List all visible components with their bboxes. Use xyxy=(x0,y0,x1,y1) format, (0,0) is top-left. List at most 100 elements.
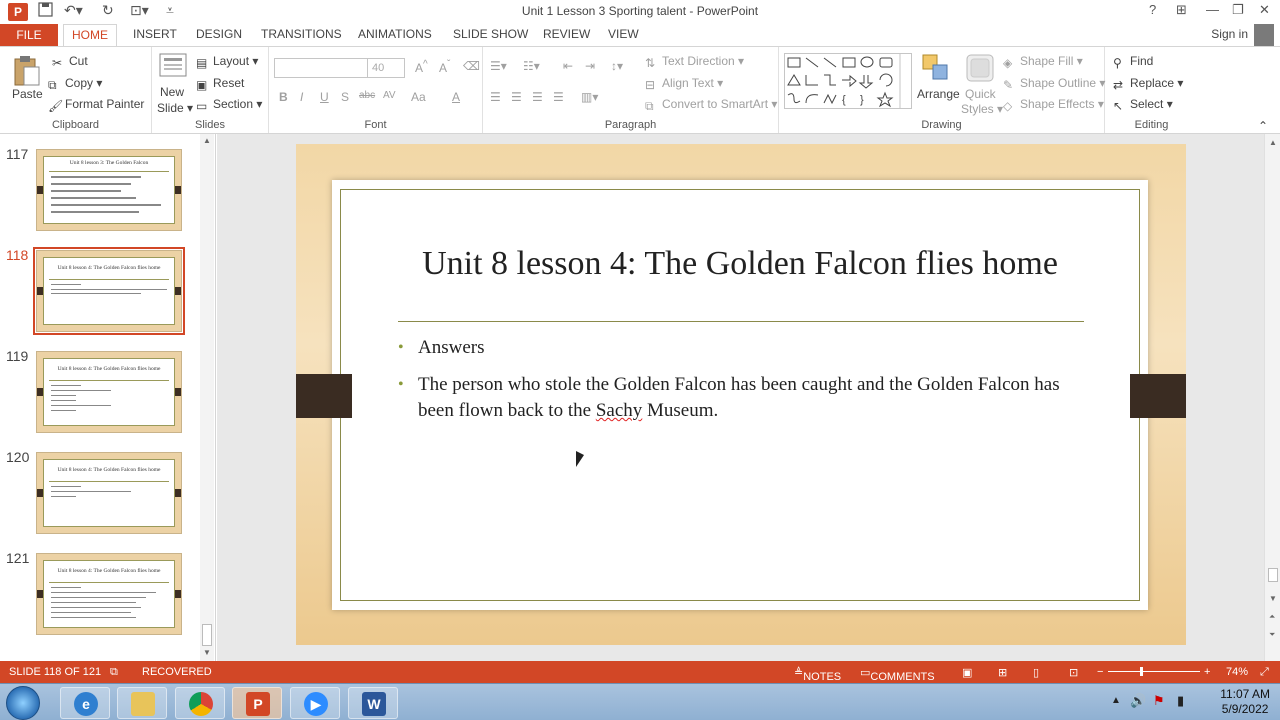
text-direction-button[interactable]: ⇅ Text Direction ▾ xyxy=(645,54,744,70)
slide-thumbnail-117[interactable]: Unit 8 lesson 3: The Golden Falcon xyxy=(36,149,182,231)
zoom-taskbar-button[interactable]: ▶ xyxy=(290,687,340,719)
strikethrough-button[interactable]: abc xyxy=(359,90,375,101)
slide-thumbnail-119[interactable]: Unit 8 lesson 4: The Golden Falcon flies… xyxy=(36,351,182,433)
slide-vertical-scrollbar[interactable]: ▲ ▼ ⏶ ⏷ xyxy=(1264,134,1280,661)
decrease-indent-icon[interactable]: ⇤ xyxy=(563,59,573,73)
underline-button[interactable]: U xyxy=(320,90,329,104)
find-button[interactable]: ⚲ Find xyxy=(1113,54,1153,70)
zoom-level[interactable]: 74% xyxy=(1226,666,1248,678)
word-taskbar-button[interactable]: W xyxy=(348,687,398,719)
start-button[interactable] xyxy=(6,686,40,720)
volume-icon[interactable]: 🔊 xyxy=(1130,693,1146,709)
file-explorer-taskbar-button[interactable] xyxy=(117,687,167,719)
reading-view-icon[interactable]: ▯ xyxy=(1033,666,1039,679)
bold-button[interactable]: B xyxy=(279,90,288,104)
font-size-dropdown[interactable]: 40 xyxy=(367,58,405,78)
thumbnail-scrollbar[interactable]: ▲ ▼ xyxy=(200,134,214,661)
spell-check-icon[interactable]: ⧉ xyxy=(110,666,118,679)
zoom-slider[interactable] xyxy=(1108,671,1200,672)
current-slide[interactable]: Unit 8 lesson 4: The Golden Falcon flies… xyxy=(296,144,1186,645)
align-right-icon[interactable]: ☰ xyxy=(532,90,543,104)
paste-icon[interactable] xyxy=(12,55,42,86)
change-case-button[interactable]: Aa xyxy=(411,90,426,104)
zoom-slider-knob[interactable] xyxy=(1140,667,1143,676)
minimize-button[interactable]: — xyxy=(1206,2,1219,17)
slide-editing-area[interactable]: Unit 8 lesson 4: The Golden Falcon flies… xyxy=(217,134,1264,661)
convert-to-smartart-button[interactable]: ⧉ Convert to SmartArt ▾ xyxy=(645,97,777,113)
shape-fill-button[interactable]: ◈ Shape Fill ▾ xyxy=(1003,54,1083,70)
scrollbar-thumb[interactable] xyxy=(1268,568,1278,582)
format-painter-button[interactable]: 🖌 Format Painter xyxy=(48,97,144,113)
shadow-button[interactable]: S xyxy=(341,90,349,104)
tab-design[interactable]: DESIGN xyxy=(196,27,242,41)
bullet-item[interactable]: • The person who stole the Golden Falcon… xyxy=(398,372,1078,424)
close-button[interactable]: ✕ xyxy=(1259,2,1270,18)
grow-font-icon[interactable]: A^ xyxy=(415,59,428,75)
system-clock[interactable]: 11:07 AM 5/9/2022 xyxy=(1220,687,1270,717)
section-button[interactable]: ▭ Section ▾ xyxy=(196,97,262,113)
comments-button[interactable]: ▭ COMMENTS xyxy=(860,666,935,683)
new-slide-label-1[interactable]: New xyxy=(160,85,184,99)
shrink-font-icon[interactable]: Aˇ xyxy=(439,59,450,75)
line-spacing-icon[interactable]: ↕▾ xyxy=(611,59,623,73)
collapse-ribbon-icon[interactable]: ⌃ xyxy=(1258,119,1268,133)
shapes-gallery[interactable]: {} xyxy=(784,53,912,109)
slide-sorter-icon[interactable]: ⊞ xyxy=(998,666,1007,679)
copy-button[interactable]: ⧉ Copy ▾ xyxy=(48,76,102,92)
shape-outline-button[interactable]: ✎ Shape Outline ▾ xyxy=(1003,76,1105,92)
arrange-button[interactable]: Arrange xyxy=(917,87,960,101)
reset-button[interactable]: ▣ Reset xyxy=(196,76,244,92)
tab-transitions[interactable]: TRANSITIONS xyxy=(261,27,342,41)
tab-insert[interactable]: INSERT xyxy=(133,27,177,41)
help-button[interactable]: ? xyxy=(1149,2,1156,17)
tab-slide-show[interactable]: SLIDE SHOW xyxy=(453,27,528,41)
scroll-down-icon[interactable]: ▼ xyxy=(203,648,211,657)
arrange-icon[interactable] xyxy=(921,53,951,83)
align-text-button[interactable]: ⊟ Align Text ▾ xyxy=(645,76,723,92)
justify-icon[interactable]: ☰ xyxy=(553,90,564,104)
cut-button[interactable]: ✂ Cut xyxy=(52,54,88,70)
misspelled-word[interactable]: Sachy xyxy=(596,400,642,421)
sign-in-link[interactable]: Sign in xyxy=(1211,27,1248,41)
paste-button[interactable]: Paste xyxy=(12,87,43,101)
slide-title[interactable]: Unit 8 lesson 4: The Golden Falcon flies… xyxy=(400,245,1080,283)
character-spacing-button[interactable]: AV xyxy=(383,90,396,101)
slide-thumbnail-118[interactable]: Unit 8 lesson 4: The Golden Falcon flies… xyxy=(33,247,185,335)
tab-home[interactable]: HOME xyxy=(63,24,117,47)
clear-formatting-icon[interactable]: ⌫ xyxy=(463,59,480,73)
normal-view-icon[interactable]: ▣ xyxy=(962,666,972,679)
align-left-icon[interactable]: ☰ xyxy=(490,90,501,104)
font-color-button[interactable]: A xyxy=(452,90,460,104)
bullet-item[interactable]: • Answers xyxy=(398,335,1078,361)
notes-button[interactable]: ≜ NOTES xyxy=(794,666,841,683)
scroll-up-icon[interactable]: ▲ xyxy=(203,136,211,145)
quick-styles-icon[interactable] xyxy=(965,53,995,83)
quick-styles-button[interactable]: Styles ▾ xyxy=(961,102,1003,116)
new-slide-icon[interactable] xyxy=(159,53,189,83)
tab-review[interactable]: REVIEW xyxy=(543,27,590,41)
previous-slide-icon[interactable]: ⏶ xyxy=(1269,612,1275,622)
ribbon-display-options-icon[interactable]: ⊞ xyxy=(1176,2,1187,18)
increase-indent-icon[interactable]: ⇥ xyxy=(585,59,595,73)
font-name-dropdown[interactable] xyxy=(274,58,370,78)
avatar[interactable] xyxy=(1254,24,1274,46)
action-center-icon[interactable]: ⚑ xyxy=(1153,693,1165,709)
italic-button[interactable]: I xyxy=(300,90,303,104)
slide-thumbnail-120[interactable]: Unit 8 lesson 4: The Golden Falcon flies… xyxy=(36,452,182,534)
zoom-in-button[interactable]: + xyxy=(1204,666,1210,678)
replace-button[interactable]: ⇄ Replace ▾ xyxy=(1113,76,1183,92)
new-slide-button[interactable]: Slide ▾ xyxy=(157,101,193,115)
scrollbar-thumb[interactable] xyxy=(202,624,212,646)
scroll-up-icon[interactable]: ▲ xyxy=(1269,138,1277,147)
tab-animations[interactable]: ANIMATIONS xyxy=(358,27,432,41)
bullets-icon[interactable]: ☰▾ xyxy=(490,59,507,73)
scroll-down-icon[interactable]: ▼ xyxy=(1269,594,1277,603)
quick-styles-label-1[interactable]: Quick xyxy=(965,87,996,101)
layout-button[interactable]: ▤ Layout ▾ xyxy=(196,54,258,70)
restore-button[interactable]: ❐ xyxy=(1232,2,1244,18)
chrome-taskbar-button[interactable] xyxy=(175,687,225,719)
shape-effects-button[interactable]: ◇ Shape Effects ▾ xyxy=(1003,97,1104,113)
internet-explorer-taskbar-button[interactable]: e xyxy=(60,687,110,719)
tab-file[interactable]: FILE xyxy=(0,24,58,46)
fit-to-window-icon[interactable]: ⤢ xyxy=(1260,666,1269,679)
